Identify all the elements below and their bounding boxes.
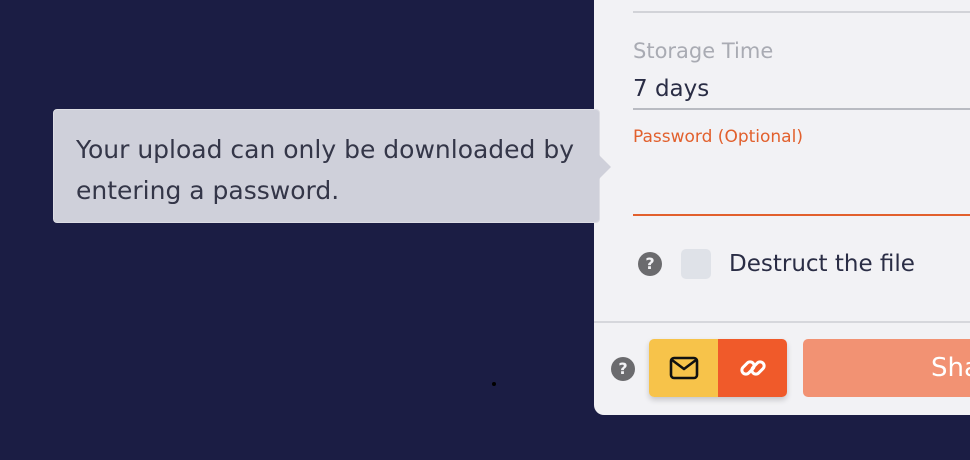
password-tooltip: Your upload can only be downloaded by en… (53, 109, 600, 223)
destruct-checkbox[interactable] (681, 249, 711, 279)
envelope-icon (669, 356, 698, 380)
share-method-group (649, 339, 787, 397)
email-share-button[interactable] (649, 339, 718, 397)
actions-divider (594, 321, 970, 323)
destruct-help-icon[interactable]: ? (638, 252, 662, 276)
screen: Storage Time 7 days Password (Optional) … (0, 0, 970, 460)
password-label: Password (Optional) (633, 127, 803, 147)
link-icon (739, 360, 766, 376)
share-help-icon[interactable]: ? (611, 357, 635, 381)
storage-time-label: Storage Time (633, 39, 774, 63)
storage-time-select[interactable]: 7 days (633, 76, 709, 102)
upload-options-panel: Storage Time 7 days Password (Optional) … (594, 0, 970, 415)
previous-field-underline (633, 11, 970, 13)
cursor-dot (492, 382, 496, 386)
password-input[interactable] (633, 150, 970, 216)
share-button[interactable]: Share (803, 339, 970, 397)
link-share-button[interactable] (718, 339, 787, 397)
tooltip-arrow (599, 155, 611, 179)
storage-time-underline (633, 108, 970, 110)
destruct-label[interactable]: Destruct the file (729, 251, 915, 277)
